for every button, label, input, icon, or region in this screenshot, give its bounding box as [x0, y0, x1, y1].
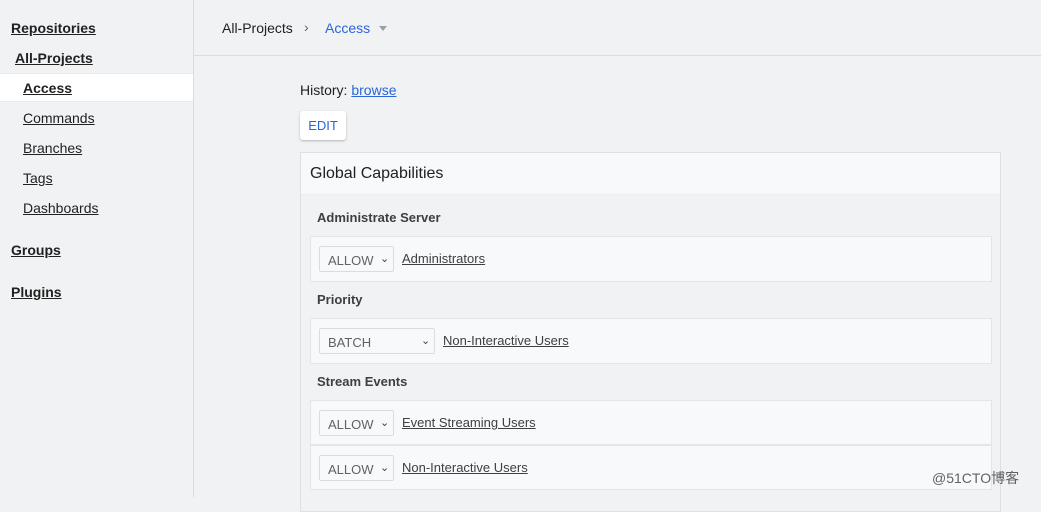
- sidebar-item-tags[interactable]: Tags: [23, 170, 53, 186]
- action-select[interactable]: ALLOW ⌄: [319, 455, 394, 481]
- chevron-down-icon: ⌄: [421, 335, 431, 347]
- sidebar-item-dashboards[interactable]: Dashboards: [23, 200, 99, 216]
- group-link[interactable]: Non-Interactive Users: [443, 333, 569, 348]
- rule-row: ALLOW ⌄ Non-Interactive Users: [310, 445, 992, 490]
- global-capabilities-panel: Global Capabilities Administrate Server …: [300, 152, 1001, 512]
- sidebar-repositories-link[interactable]: Repositories: [11, 20, 96, 36]
- permission-title: Administrate Server: [317, 210, 441, 225]
- group-link[interactable]: Event Streaming Users: [402, 415, 536, 430]
- action-select[interactable]: ALLOW ⌄: [319, 246, 394, 272]
- action-select-value: ALLOW: [328, 462, 374, 477]
- breadcrumb: All-Projects › Access: [194, 0, 1041, 56]
- action-select-value: ALLOW: [328, 417, 374, 432]
- priority-select[interactable]: BATCH ⌄: [319, 328, 435, 354]
- chevron-down-icon: ⌄: [380, 462, 390, 474]
- chevron-down-icon: ⌄: [380, 253, 390, 265]
- sidebar-item-commands[interactable]: Commands: [23, 110, 95, 126]
- priority-select-value: BATCH: [328, 335, 372, 350]
- panel-title: Global Capabilities: [310, 165, 444, 182]
- history-label: History:: [300, 82, 348, 98]
- permission-title: Priority: [317, 292, 363, 307]
- sidebar-project-link[interactable]: All-Projects: [15, 50, 93, 66]
- caret-down-icon[interactable]: [379, 26, 387, 31]
- breadcrumb-chevron-icon: ›: [304, 19, 309, 35]
- sidebar-plugins-link[interactable]: Plugins: [11, 284, 62, 300]
- group-link[interactable]: Non-Interactive Users: [402, 460, 528, 475]
- rule-row: ALLOW ⌄ Event Streaming Users: [310, 400, 992, 445]
- history-browse-link[interactable]: browse: [351, 82, 396, 98]
- sidebar-item-access[interactable]: Access: [23, 80, 72, 96]
- panel-header: Global Capabilities: [301, 153, 1000, 195]
- group-link[interactable]: Administrators: [402, 251, 485, 266]
- edit-button[interactable]: EDIT: [300, 111, 346, 140]
- sidebar-groups-link[interactable]: Groups: [11, 242, 61, 258]
- breadcrumb-project: All-Projects: [222, 20, 293, 36]
- chevron-down-icon: ⌄: [380, 417, 390, 429]
- history-line: History: browse: [300, 82, 396, 98]
- watermark: @51CTO博客: [932, 470, 1020, 486]
- rule-row: BATCH ⌄ Non-Interactive Users: [310, 318, 992, 364]
- main-content: History: browse EDIT Global Capabilities…: [194, 56, 1041, 512]
- permission-title: Stream Events: [317, 374, 408, 389]
- action-select[interactable]: ALLOW ⌄: [319, 410, 394, 436]
- sidebar: Repositories All-Projects Access Command…: [0, 0, 194, 497]
- sidebar-item-branches[interactable]: Branches: [23, 140, 82, 156]
- breadcrumb-current-dropdown[interactable]: Access: [325, 20, 370, 36]
- action-select-value: ALLOW: [328, 253, 374, 268]
- rule-row: ALLOW ⌄ Administrators: [310, 236, 992, 282]
